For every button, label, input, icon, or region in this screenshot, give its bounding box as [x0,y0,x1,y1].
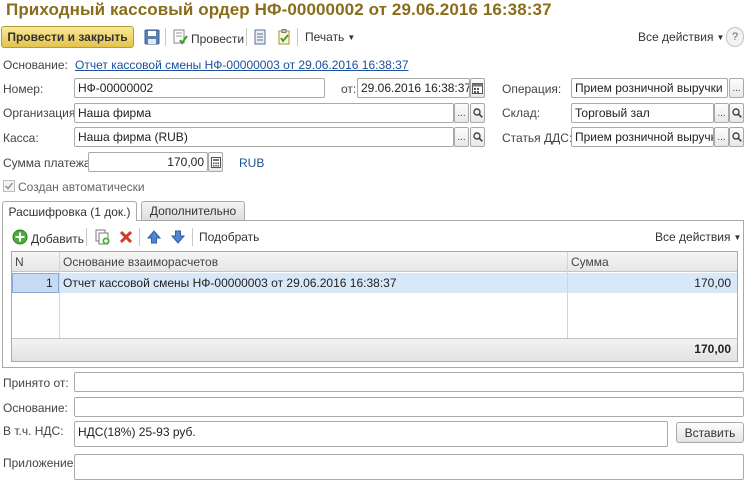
toolbar-divider [139,228,140,246]
warehouse-open-button[interactable] [729,103,744,123]
calculator-icon[interactable] [208,152,223,172]
ellipsis-icon: ... [717,131,726,143]
chevron-down-icon: ▼ [733,232,742,242]
search-icon [731,132,742,142]
chevron-down-icon: ▼ [347,32,356,42]
toolbar-divider [297,28,298,46]
vat-field[interactable]: НДС(18%) 25-93 руб. [74,421,668,447]
tab-additional[interactable]: Дополнительно [141,201,245,220]
column-header-sum[interactable]: Сумма [571,255,609,269]
ellipsis-icon: ... [717,107,726,119]
organization-open-button[interactable] [470,103,485,123]
breakdown-table: N Основание взаиморасчетов Сумма 1 Отчет… [11,251,738,362]
toolbar-divider [165,28,166,46]
reason-field[interactable] [74,397,744,417]
tab-connector [3,219,136,221]
table-cell-basis[interactable]: Отчет кассовой смены НФ-00000003 от 29.0… [63,276,397,290]
attachment-label: Приложение: [3,456,77,470]
table-cell-sum[interactable]: 170,00 [694,276,731,290]
operation-field[interactable]: Прием розничной выручки [571,78,728,98]
calendar-icon[interactable] [470,78,485,98]
post-document-icon [172,29,188,48]
organization-field[interactable]: Наша фирма [74,103,454,123]
cashflow-item-label: Статья ДДС: [502,131,573,145]
auto-created-checkbox[interactable] [3,180,15,192]
search-icon [472,132,483,142]
insert-button[interactable]: Вставить [676,422,744,443]
move-up-icon[interactable] [146,229,162,248]
received-from-field[interactable] [74,372,744,392]
cashbox-label: Касса: [3,131,39,145]
print-menu-button[interactable]: Печать ▼ [305,30,355,44]
reason-label: Основание: [3,401,68,415]
date-field[interactable]: 29.06.2016 16:38:37 [357,78,470,98]
warehouse-field[interactable]: Торговый зал [571,103,714,123]
table-cell-n[interactable]: 1 [46,276,53,290]
vat-label: В т.ч. НДС: [3,424,64,438]
save-icon[interactable] [144,29,160,48]
attachment-field[interactable] [74,454,744,480]
page-title: Приходный кассовый ордер НФ-00000002 от … [6,0,552,19]
add-row-button[interactable]: Добавить [12,229,84,248]
operation-dropdown-button[interactable]: ... [729,78,744,98]
copy-row-icon[interactable] [94,229,110,248]
ellipsis-icon: ... [457,131,466,143]
number-label: Номер: [3,82,44,96]
all-actions-label: Все действия [638,30,714,44]
move-down-icon[interactable] [170,229,186,248]
table-footer [12,338,737,361]
add-row-label: Добавить [31,231,85,246]
all-actions-menu[interactable]: Все действия ▼ [638,30,724,44]
amount-field[interactable]: 170,00 [88,152,208,172]
help-icon[interactable]: ? [726,27,744,47]
post-button-label: Провести [191,31,245,46]
cashbox-open-button[interactable] [470,127,485,147]
toolbar-divider [246,28,247,46]
cashflow-item-field[interactable]: Прием розничной выручки [571,127,714,147]
warehouse-select-button[interactable]: ... [714,103,729,123]
checkmark-icon [4,182,14,190]
post-and-close-button[interactable]: Провести и закрыть [1,26,134,48]
received-from-label: Принято от: [3,376,69,390]
cashbox-select-button[interactable]: ... [454,127,469,147]
add-icon [12,229,28,248]
related-documents-icon[interactable] [276,29,292,48]
delete-row-icon[interactable] [118,229,134,248]
amount-label: Сумма платежа: [3,156,94,170]
ellipsis-icon: ... [457,107,466,119]
number-field[interactable]: НФ-00000002 [74,78,325,98]
post-button[interactable]: Провести [172,29,244,48]
table-header: N Основание взаиморасчетов Сумма [12,252,737,272]
chevron-down-icon: ▼ [716,32,725,42]
ellipsis-icon: ... [732,82,741,94]
organization-select-button[interactable]: ... [454,103,469,123]
date-label: от: [341,82,357,96]
tab-breakdown[interactable]: Расшифровка (1 док.) [2,201,137,221]
auto-created-label: Создан автоматически [18,180,145,194]
operation-label: Операция: [502,82,562,96]
search-icon [472,108,483,118]
cashflow-item-select-button[interactable]: ... [714,127,729,147]
cashbox-field[interactable]: Наша фирма (RUB) [74,127,454,147]
column-header-n[interactable]: N [15,255,24,269]
print-label: Печать [305,30,345,44]
pick-button[interactable]: Подобрать [199,230,259,244]
table-all-actions-label: Все действия [655,230,731,244]
movements-report-icon[interactable] [253,29,267,48]
basis-doc-label: Основание: [3,58,68,72]
table-total: 170,00 [694,342,731,356]
toolbar-divider [192,228,193,246]
organization-label: Организация: [3,106,79,120]
table-all-actions-menu[interactable]: Все действия ▼ [655,230,741,244]
warehouse-label: Склад: [502,106,541,120]
toolbar-divider [86,228,87,246]
basis-doc-link[interactable]: Отчет кассовой смены НФ-00000003 от 29.0… [75,58,409,72]
cashflow-item-open-button[interactable] [729,127,744,147]
column-header-basis[interactable]: Основание взаиморасчетов [63,255,218,269]
currency-label: RUB [239,156,265,170]
search-icon [731,108,742,118]
